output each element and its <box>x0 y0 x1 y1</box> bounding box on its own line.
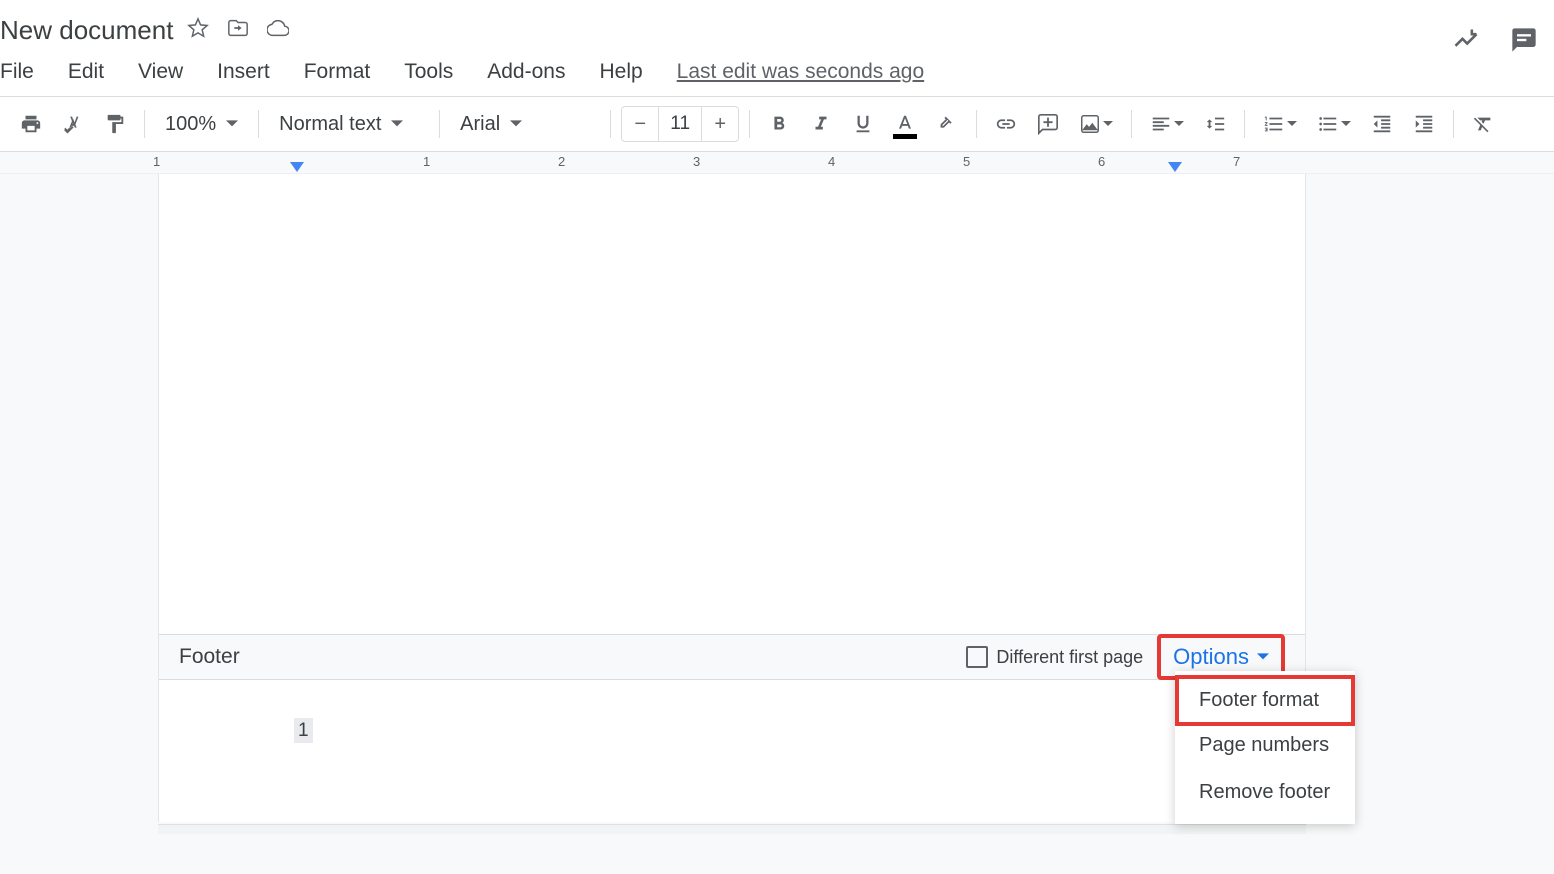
options-label: Options <box>1173 644 1249 670</box>
menu-insert[interactable]: Insert <box>217 60 270 84</box>
menu-tools[interactable]: Tools <box>404 60 453 84</box>
header: New document File Edit View Insert Forma… <box>0 0 1554 96</box>
cloud-icon[interactable] <box>267 17 289 44</box>
move-icon[interactable] <box>227 17 249 44</box>
footer-bar: Footer Different first page Options <box>159 634 1305 680</box>
paint-format-button[interactable] <box>96 105 134 143</box>
line-spacing-button[interactable] <box>1196 105 1234 143</box>
page[interactable]: Footer Different first page Options 1 <box>158 174 1306 822</box>
menu-file[interactable]: File <box>0 60 34 84</box>
ruler-number: 1 <box>423 154 430 169</box>
ruler-number: 4 <box>828 154 835 169</box>
star-icon[interactable] <box>187 17 209 44</box>
ruler-number: 5 <box>963 154 970 169</box>
ruler-right-marker[interactable] <box>1168 162 1182 172</box>
separator <box>144 110 145 138</box>
chevron-down-icon <box>1257 651 1269 663</box>
checkbox-label: Different first page <box>996 647 1143 668</box>
ruler-left-marker[interactable] <box>290 162 304 172</box>
print-button[interactable] <box>12 105 50 143</box>
title-icons <box>187 17 289 44</box>
font-size-input[interactable] <box>658 107 702 141</box>
document-title[interactable]: New document <box>0 15 173 46</box>
ruler-number: 7 <box>1233 154 1240 169</box>
link-button[interactable] <box>987 105 1025 143</box>
underline-button[interactable] <box>844 105 882 143</box>
align-button[interactable] <box>1142 105 1192 143</box>
zoom-value: 100% <box>165 113 216 136</box>
increase-indent-button[interactable] <box>1405 105 1443 143</box>
font-size-group: − + <box>621 106 739 142</box>
decrease-indent-button[interactable] <box>1363 105 1401 143</box>
footer-content[interactable]: 1 <box>159 680 1305 820</box>
italic-button[interactable] <box>802 105 840 143</box>
page-gap <box>158 824 1306 834</box>
top-right-icons <box>1452 26 1538 59</box>
separator <box>258 110 259 138</box>
footer-options-menu: Footer format Page numbers Remove footer <box>1175 671 1355 824</box>
separator <box>439 110 440 138</box>
ruler-number: 2 <box>558 154 565 169</box>
font-value: Arial <box>460 113 500 136</box>
highlight-button[interactable] <box>928 105 966 143</box>
menu-edit[interactable]: Edit <box>68 60 104 84</box>
menu-format[interactable]: Format <box>304 60 371 84</box>
title-row: New document <box>0 8 1554 52</box>
numbered-list-button[interactable] <box>1255 105 1305 143</box>
menu-remove-footer[interactable]: Remove footer <box>1175 769 1355 816</box>
font-size-increase[interactable]: + <box>702 107 738 141</box>
footer-label: Footer <box>179 645 240 669</box>
separator <box>1131 110 1132 138</box>
ruler-number: 1 <box>153 154 160 169</box>
clear-format-button[interactable] <box>1464 105 1502 143</box>
image-button[interactable] <box>1071 105 1121 143</box>
style-value: Normal text <box>279 113 381 136</box>
text-color-button[interactable] <box>886 105 924 143</box>
different-first-page-control[interactable]: Different first page <box>966 646 1143 668</box>
menu-help[interactable]: Help <box>599 60 642 84</box>
zoom-dropdown[interactable]: 100% <box>155 105 248 143</box>
ruler-number: 6 <box>1098 154 1105 169</box>
separator <box>1244 110 1245 138</box>
menu-addons[interactable]: Add-ons <box>487 60 565 84</box>
menu-page-numbers[interactable]: Page numbers <box>1175 722 1355 769</box>
checkbox-icon[interactable] <box>966 646 988 668</box>
ruler[interactable]: 1 1 2 3 4 5 6 7 <box>0 152 1554 174</box>
separator <box>610 110 611 138</box>
style-dropdown[interactable]: Normal text <box>269 105 429 143</box>
last-edit-link[interactable]: Last edit was seconds ago <box>677 60 925 84</box>
menubar: File Edit View Insert Format Tools Add-o… <box>0 52 1554 96</box>
font-size-decrease[interactable]: − <box>622 107 658 141</box>
separator <box>1453 110 1454 138</box>
separator <box>976 110 977 138</box>
spellcheck-button[interactable] <box>54 105 92 143</box>
ruler-number: 3 <box>693 154 700 169</box>
comments-icon[interactable] <box>1510 26 1538 59</box>
comment-button[interactable] <box>1029 105 1067 143</box>
menu-view[interactable]: View <box>138 60 183 84</box>
font-dropdown[interactable]: Arial <box>450 105 600 143</box>
activity-icon[interactable] <box>1452 26 1480 59</box>
bullet-list-button[interactable] <box>1309 105 1359 143</box>
menu-footer-format[interactable]: Footer format <box>1175 675 1355 726</box>
bold-button[interactable] <box>760 105 798 143</box>
page-number[interactable]: 1 <box>294 718 313 743</box>
separator <box>749 110 750 138</box>
toolbar: 100% Normal text Arial − + <box>0 96 1554 152</box>
